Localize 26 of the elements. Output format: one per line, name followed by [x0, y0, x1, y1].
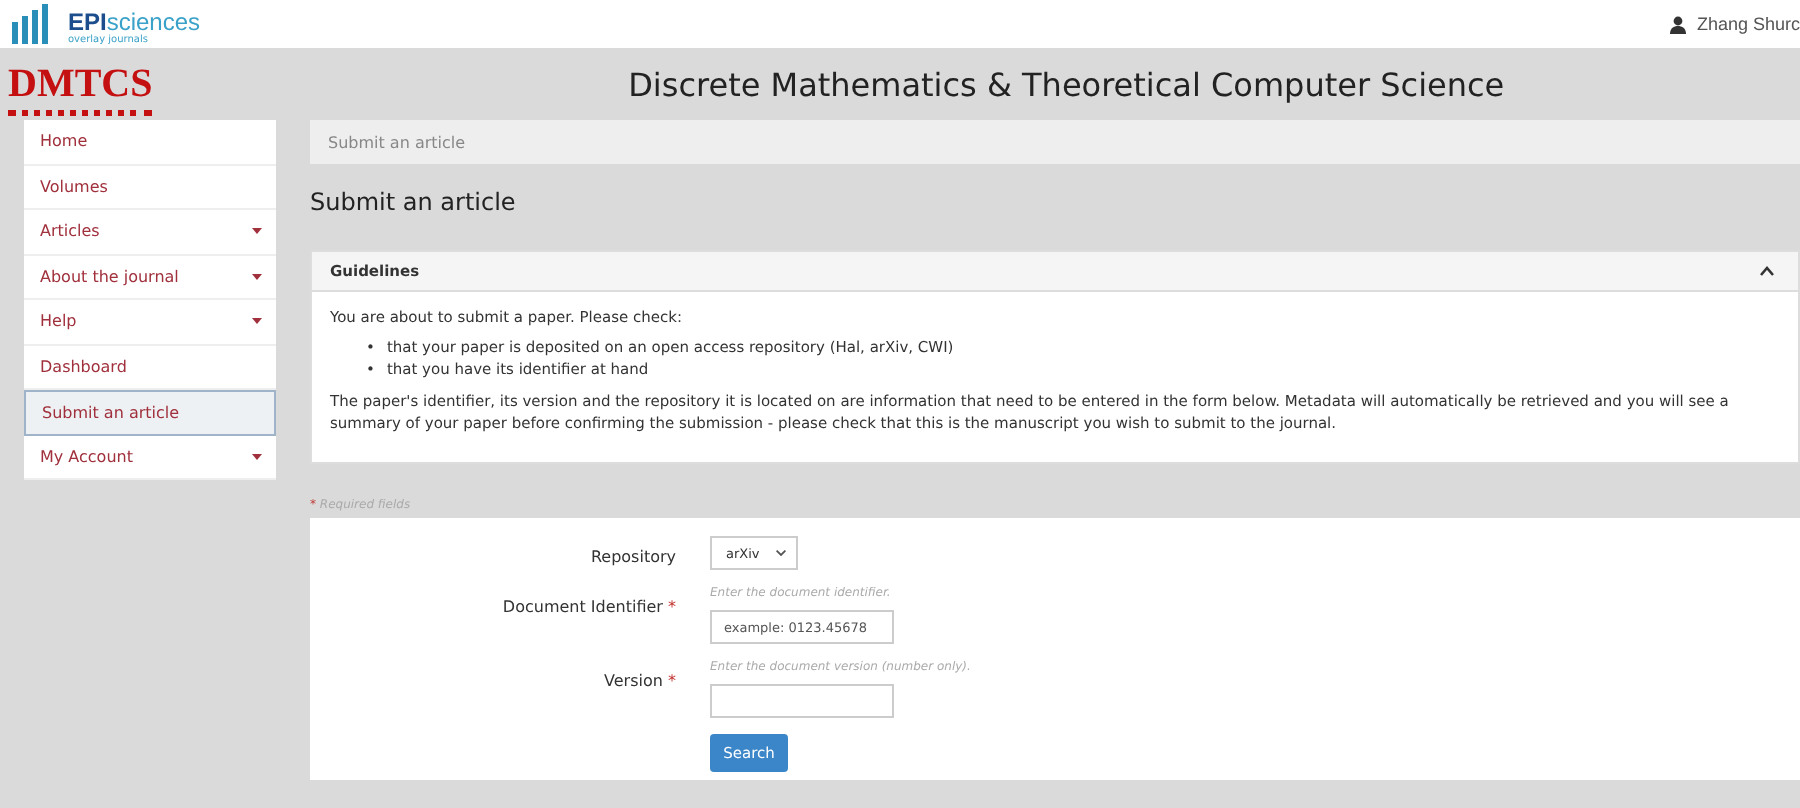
sidebar-item[interactable]: Submit an article [24, 390, 276, 435]
chevron-up-icon[interactable] [1760, 266, 1774, 276]
required-mark: * [668, 598, 676, 617]
page-title: Submit an article [310, 188, 518, 216]
chevron-down-icon [776, 550, 786, 557]
sidebar-item[interactable]: Articles [24, 210, 276, 255]
sidebar-item[interactable]: Help [24, 300, 276, 345]
sidebar-item[interactable]: Volumes [24, 165, 276, 210]
caret-icon [252, 453, 262, 460]
user-icon [1670, 15, 1687, 33]
logo-text: EPI [68, 7, 107, 35]
input-field[interactable] [710, 684, 894, 719]
breadcrumb: Submit an article [310, 120, 1800, 164]
caret-icon [252, 228, 262, 235]
required-mark: * [668, 672, 676, 691]
sidebar-item[interactable]: About the journal [24, 255, 276, 300]
caret-icon [252, 273, 262, 280]
field-label: Version [604, 672, 663, 691]
caret-icon [252, 318, 262, 325]
field-label: Repository [590, 548, 676, 567]
sidebar-item[interactable]: Home [24, 120, 276, 165]
field-label: Document Identifier [502, 598, 663, 617]
sidebar-item[interactable]: My Account [24, 435, 276, 480]
user-name[interactable]: Zhang Shurc [1696, 14, 1800, 34]
logo-text: sciences [106, 7, 201, 35]
journal-title: Discrete Mathematics & Theoretical Computer Science [626, 65, 1507, 103]
